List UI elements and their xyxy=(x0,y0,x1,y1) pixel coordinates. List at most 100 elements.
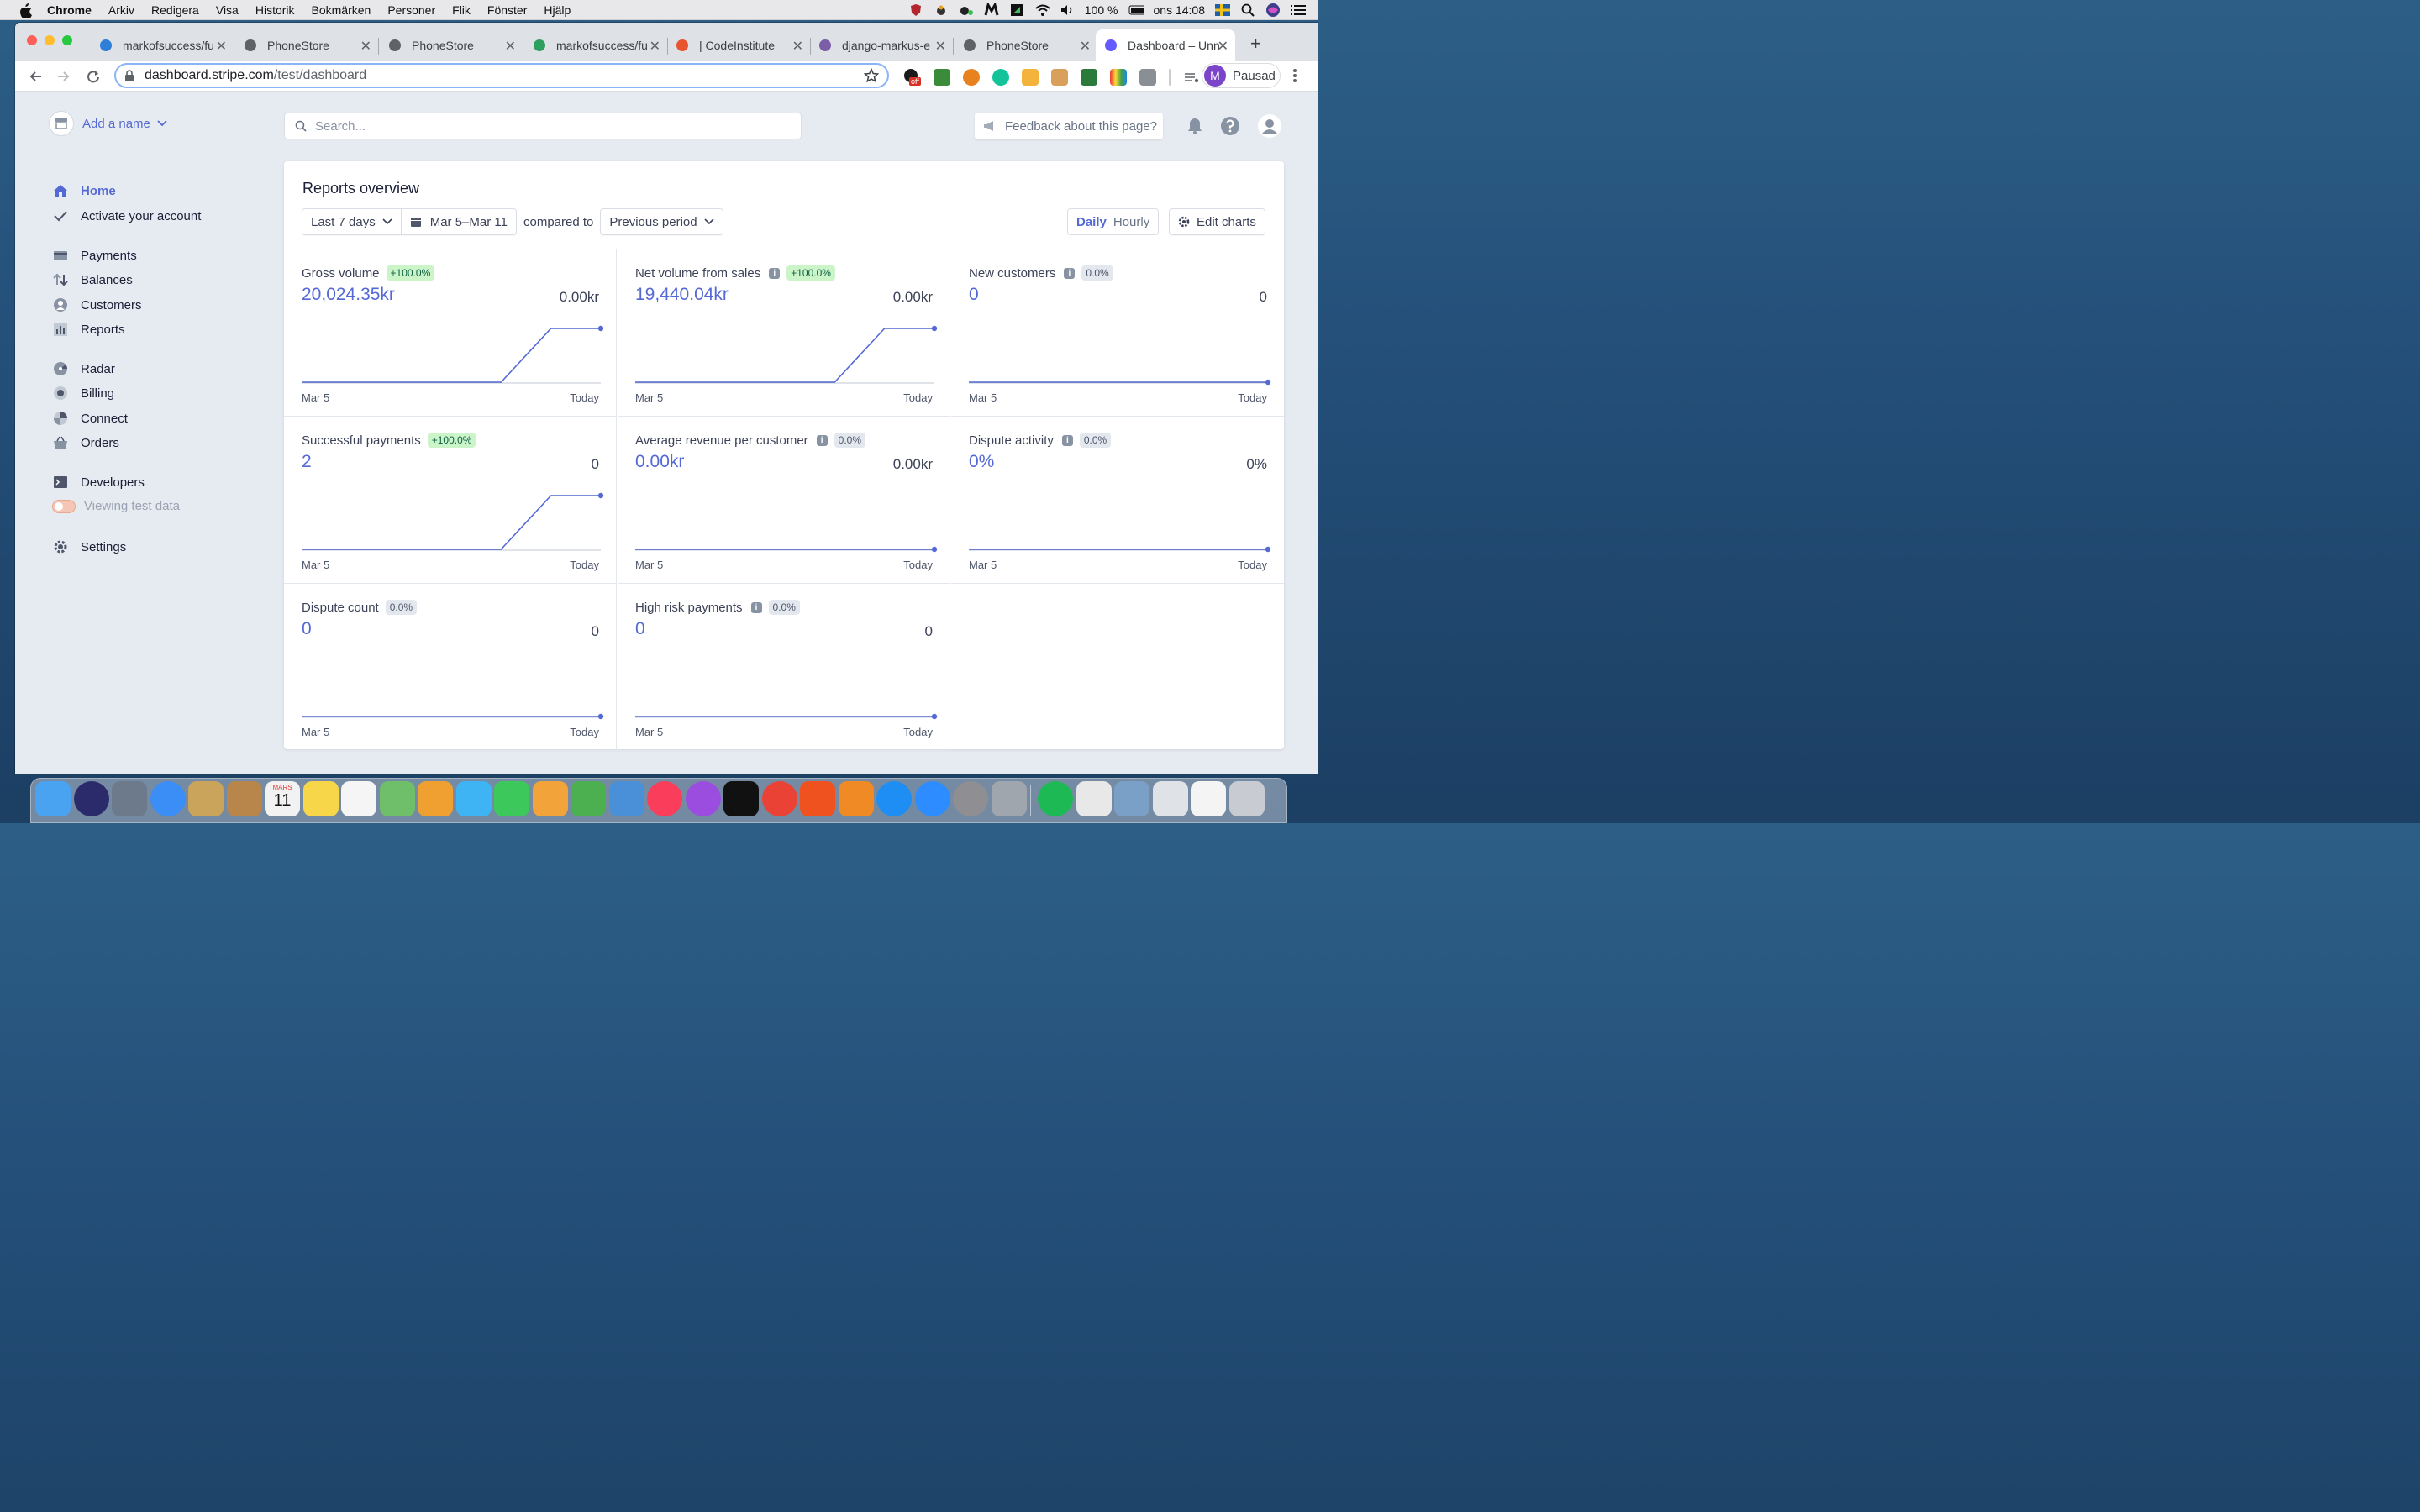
wifi-icon[interactable] xyxy=(1034,3,1050,17)
sidebar-item-developers[interactable]: Developers xyxy=(52,474,145,491)
messages-icon[interactable] xyxy=(455,781,492,816)
trash-icon[interactable] xyxy=(1228,781,1265,816)
preview-icon[interactable] xyxy=(1114,781,1150,816)
toggle-switch[interactable] xyxy=(52,499,76,513)
media-control-icon[interactable] xyxy=(1183,69,1200,86)
search-input[interactable]: Search... xyxy=(284,113,802,139)
info-icon[interactable]: i xyxy=(1064,267,1076,279)
menubar-clock[interactable]: ons 14:08 xyxy=(1154,3,1206,17)
extension-blocker-icon[interactable]: off xyxy=(902,68,921,87)
hourly-option[interactable]: Hourly xyxy=(1113,215,1150,229)
calendar-icon[interactable]: MARS 11 xyxy=(265,781,300,816)
finder-icon[interactable] xyxy=(35,781,71,816)
menu-fonster[interactable]: Fönster xyxy=(487,3,527,17)
date-range-button[interactable]: Mar 5–Mar 11 xyxy=(401,208,517,235)
apple-icon[interactable] xyxy=(18,3,37,18)
reload-button[interactable] xyxy=(85,68,102,85)
cube-extension-icon[interactable] xyxy=(1139,69,1156,86)
sidebar-item-customers[interactable]: Customers xyxy=(52,297,142,313)
lock-icon[interactable] xyxy=(124,70,134,81)
menu-visa[interactable]: Visa xyxy=(216,3,239,17)
sidebar-item-activate[interactable]: Activate your account xyxy=(52,207,201,224)
contacts-icon[interactable] xyxy=(226,781,262,816)
browser-tab[interactable]: Dashboard – Unn ✕ xyxy=(1096,29,1235,61)
pages-icon[interactable] xyxy=(532,781,568,816)
metric-card[interactable]: Average revenue per customer i 0.0% 0.00kr 0… xyxy=(618,417,950,584)
grammarly-extension-icon[interactable] xyxy=(992,69,1009,86)
help-icon[interactable] xyxy=(991,781,1027,816)
flag-app-icon[interactable] xyxy=(1009,3,1024,17)
spotlight-icon[interactable] xyxy=(1240,3,1255,17)
browser-tab[interactable]: PhoneStore ✕ xyxy=(955,29,1097,61)
appstore-icon[interactable] xyxy=(876,781,912,816)
menu-historik[interactable]: Historik xyxy=(255,3,295,17)
menu-personer[interactable]: Personer xyxy=(387,3,435,17)
metric-card[interactable]: Dispute activity i 0.0% 0% 0% Mar 5 Today xyxy=(951,417,1284,584)
range-dropdown[interactable]: Last 7 days xyxy=(302,208,402,235)
malwarebytes-icon[interactable] xyxy=(984,3,999,17)
menu-app-name[interactable]: Chrome xyxy=(47,3,92,17)
close-tab-icon[interactable]: ✕ xyxy=(1218,38,1228,55)
menu-redigera[interactable]: Redigera xyxy=(151,3,199,17)
info-icon[interactable]: i xyxy=(750,601,762,613)
test-data-toggle[interactable]: Viewing test data xyxy=(52,499,180,513)
evernote-extension-icon[interactable] xyxy=(934,69,950,86)
close-tab-icon[interactable]: ✕ xyxy=(792,38,803,55)
cloud-sync-icon[interactable] xyxy=(959,3,974,17)
browser-tab[interactable]: django-markus-e ✕ xyxy=(810,29,954,61)
address-bar[interactable]: dashboard.stripe.com/test/dashboard xyxy=(114,63,889,88)
window-zoom-button[interactable] xyxy=(62,35,72,45)
sidebar-item-orders[interactable]: Orders xyxy=(52,434,119,451)
siri-icon[interactable] xyxy=(1265,3,1281,17)
keynote-icon[interactable] xyxy=(608,781,644,816)
color-extension-icon[interactable] xyxy=(1110,69,1127,86)
chrome-menu-icon[interactable] xyxy=(1292,68,1297,86)
profile-button[interactable]: M Pausad xyxy=(1202,63,1281,88)
browser-tab[interactable]: markofsuccess/fu ✕ xyxy=(524,29,668,61)
window-close-button[interactable] xyxy=(27,35,37,45)
metric-card[interactable]: Successful payments +100.0% 2 0 Mar 5 Today xyxy=(284,417,617,584)
sidebar-item-home[interactable]: Home xyxy=(52,182,116,199)
sidebar-item-settings[interactable]: Settings xyxy=(52,538,126,555)
window-minimize-button[interactable] xyxy=(45,35,55,45)
volume-icon[interactable] xyxy=(1060,3,1075,17)
shield-icon[interactable] xyxy=(908,3,923,17)
brave-icon[interactable] xyxy=(800,781,835,816)
textedit-icon[interactable] xyxy=(1076,781,1112,816)
profile-card-extension-icon[interactable] xyxy=(1051,69,1068,86)
bookmark-star-icon[interactable] xyxy=(863,67,880,87)
reminders-icon[interactable] xyxy=(341,781,376,816)
comparison-dropdown[interactable]: Previous period xyxy=(600,208,723,235)
edit-charts-button[interactable]: Edit charts xyxy=(1169,208,1265,235)
menu-arkiv[interactable]: Arkiv xyxy=(108,3,134,17)
chrome-icon[interactable] xyxy=(761,781,797,816)
close-tab-icon[interactable]: ✕ xyxy=(935,38,946,55)
metric-card[interactable]: New customers i 0.0% 0 0 Mar 5 Today xyxy=(951,249,1284,417)
launchpad-icon[interactable] xyxy=(112,781,147,816)
zoom-icon[interactable] xyxy=(914,781,950,816)
new-tab-button[interactable]: + xyxy=(1250,33,1261,55)
browser-tab[interactable]: markofsuccess/fu ✕ xyxy=(91,29,234,61)
info-icon[interactable]: i xyxy=(816,434,828,446)
downloads-icon[interactable] xyxy=(1152,781,1188,816)
info-icon[interactable]: i xyxy=(1061,434,1073,446)
safari-icon[interactable] xyxy=(150,781,186,816)
siri-icon[interactable] xyxy=(73,781,109,816)
swedish-flag-icon[interactable] xyxy=(1215,3,1230,17)
menu-flik[interactable]: Flik xyxy=(452,3,471,17)
metric-card[interactable]: Gross volume +100.0% 20,024.35kr 0.00kr Mar … xyxy=(284,249,617,417)
close-tab-icon[interactable]: ✕ xyxy=(216,38,227,55)
menu-bokmarken[interactable]: Bokmärken xyxy=(312,3,371,17)
metamask-extension-icon[interactable] xyxy=(963,69,980,86)
browser-tab[interactable]: PhoneStore ✕ xyxy=(235,29,379,61)
metric-card[interactable]: Net volume from sales i +100.0% 19,440.04kr… xyxy=(618,249,950,417)
info-icon[interactable]: i xyxy=(769,267,781,279)
picker-extension-icon[interactable] xyxy=(1022,69,1039,86)
facetime-icon[interactable] xyxy=(494,781,529,816)
html-extension-icon[interactable] xyxy=(1081,69,1097,86)
tv-icon[interactable] xyxy=(723,781,759,816)
sidebar-item-connect[interactable]: Connect xyxy=(52,410,128,427)
battery-icon[interactable] xyxy=(1128,3,1144,17)
close-tab-icon[interactable]: ✕ xyxy=(650,38,660,55)
back-button[interactable] xyxy=(27,68,44,85)
